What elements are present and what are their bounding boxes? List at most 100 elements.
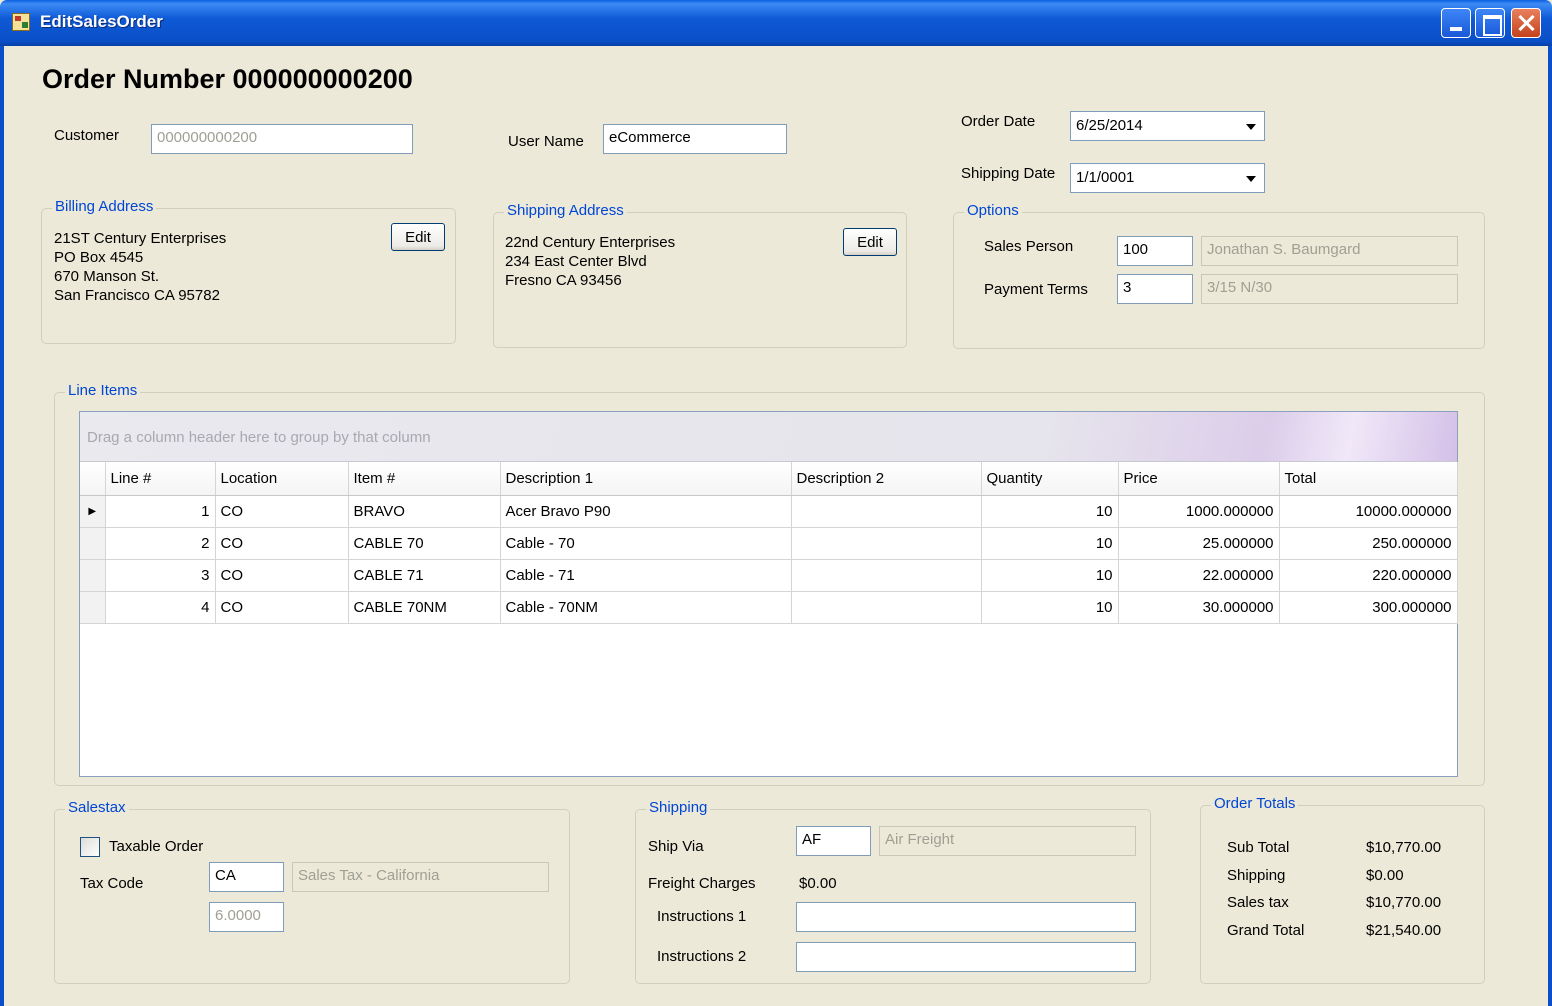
edit-shipping-address-button[interactable]: Edit [843, 228, 897, 256]
table-cell[interactable]: 1 [105, 495, 216, 528]
shipping-title: Shipping [646, 799, 711, 816]
table-cell[interactable]: CABLE 71 [348, 559, 501, 592]
row-selector[interactable] [80, 591, 106, 624]
table-cell[interactable]: 10000.000000 [1279, 495, 1458, 528]
billing-line: San Francisco CA 95782 [54, 287, 220, 304]
billing-line: 670 Manson St. [54, 268, 160, 285]
minimize-button[interactable] [1441, 8, 1471, 38]
chevron-down-icon[interactable] [1246, 176, 1256, 182]
user-name-field[interactable]: eCommerce [603, 124, 787, 154]
shipping-address-line: Fresno CA 93456 [505, 272, 622, 289]
sales-person-label: Sales Person [984, 238, 1074, 255]
order-date-label: Order Date [961, 113, 1036, 130]
table-cell[interactable]: 10 [981, 591, 1119, 624]
billing-address-text: 21ST Century Enterprises PO Box 4545 670… [54, 229, 226, 305]
instructions-2-field[interactable] [796, 942, 1136, 972]
sales-person-name-field: Jonathan S. Baumgard [1201, 236, 1458, 266]
subtotal-label: Sub Total [1227, 839, 1290, 856]
table-cell[interactable]: 30.000000 [1118, 591, 1280, 624]
table-cell[interactable] [791, 559, 982, 592]
table-cell[interactable] [791, 527, 982, 560]
shipping-address-line: 234 East Center Blvd [505, 253, 647, 270]
line-items-title: Line Items [65, 382, 141, 399]
order-totals-title: Order Totals [1211, 795, 1299, 812]
table-cell[interactable]: CO [215, 495, 349, 528]
shipping-address-text: 22nd Century Enterprises 234 East Center… [505, 233, 675, 290]
table-cell[interactable]: 3 [105, 559, 216, 592]
title-bar: EditSalesOrder [0, 0, 1552, 46]
salestax-group: Salestax [54, 799, 570, 984]
shipping-total-label: Shipping [1227, 867, 1286, 884]
chevron-down-icon[interactable] [1246, 124, 1256, 130]
column-header[interactable]: Quantity [981, 462, 1119, 496]
line-items-grid[interactable]: Drag a column header here to group by th… [79, 411, 1458, 777]
table-cell[interactable]: CABLE 70NM [348, 591, 501, 624]
instructions-1-field[interactable] [796, 902, 1136, 932]
line-items-table: Line # Location Item # Description 1 Des… [80, 462, 1458, 624]
table-cell[interactable]: Cable - 70NM [500, 591, 792, 624]
shipping-address-line: 22nd Century Enterprises [505, 234, 676, 251]
payment-terms-code-field[interactable]: 3 [1117, 274, 1193, 304]
table-cell[interactable]: CO [215, 527, 349, 560]
shipping-date-value: 1/1/0001 [1076, 169, 1135, 186]
table-cell[interactable]: 2 [105, 527, 216, 560]
payment-terms-name-field: 3/15 N/30 [1201, 274, 1458, 304]
table-row[interactable]: 3 CO CABLE 71 Cable - 71 10 22.000000 22… [80, 559, 1458, 592]
column-header[interactable]: Description 2 [791, 462, 982, 496]
table-row[interactable]: 2 CO CABLE 70 Cable - 70 10 25.000000 25… [80, 527, 1458, 560]
window-frame-left [0, 46, 4, 1006]
table-cell[interactable]: 250.000000 [1279, 527, 1458, 560]
taxable-order-checkbox[interactable] [80, 837, 100, 857]
table-cell[interactable]: Cable - 71 [500, 559, 792, 592]
table-cell[interactable]: Acer Bravo P90 [500, 495, 792, 528]
column-header[interactable]: Total [1279, 462, 1458, 496]
table-cell[interactable]: 300.000000 [1279, 591, 1458, 624]
table-cell[interactable]: BRAVO [348, 495, 501, 528]
freight-charges-label: Freight Charges [648, 875, 756, 892]
table-cell[interactable]: Cable - 70 [500, 527, 792, 560]
column-header[interactable]: Item # [348, 462, 501, 496]
table-cell[interactable]: CO [215, 559, 349, 592]
tax-code-field[interactable]: CA [209, 862, 284, 892]
maximize-button[interactable] [1475, 8, 1505, 38]
column-header[interactable]: Price [1118, 462, 1280, 496]
table-cell[interactable]: 4 [105, 591, 216, 624]
order-date-picker[interactable]: 6/25/2014 [1070, 111, 1265, 141]
sales-person-code-field[interactable]: 100 [1117, 236, 1193, 266]
table-cell[interactable]: 220.000000 [1279, 559, 1458, 592]
window-title: EditSalesOrder [40, 12, 163, 31]
table-cell[interactable]: 10 [981, 495, 1119, 528]
table-cell[interactable]: 22.000000 [1118, 559, 1280, 592]
table-cell[interactable]: CABLE 70 [348, 527, 501, 560]
shipping-address-title: Shipping Address [504, 202, 627, 219]
table-cell[interactable] [791, 495, 982, 528]
edit-billing-address-button[interactable]: Edit [391, 223, 445, 251]
customer-field[interactable]: 000000000200 [151, 124, 413, 154]
ship-via-code-field[interactable]: AF [796, 826, 871, 856]
column-header[interactable]: Description 1 [500, 462, 792, 496]
table-cell[interactable]: CO [215, 591, 349, 624]
customer-label: Customer [54, 127, 120, 144]
shipping-date-picker[interactable]: 1/1/0001 [1070, 163, 1265, 193]
column-header[interactable]: Line # [105, 462, 216, 496]
shipping-total-value: $0.00 [1366, 867, 1404, 884]
app-icon [12, 13, 30, 31]
row-selector[interactable] [80, 527, 106, 560]
row-indicator-icon[interactable]: ▶ [80, 495, 106, 528]
group-by-panel[interactable]: Drag a column header here to group by th… [80, 412, 1457, 462]
table-row[interactable]: ▶ 1 CO BRAVO Acer Bravo P90 10 1000.0000… [80, 495, 1458, 528]
table-row[interactable]: 4 CO CABLE 70NM Cable - 70NM 10 30.00000… [80, 591, 1458, 624]
table-cell[interactable]: 10 [981, 559, 1119, 592]
close-button[interactable] [1511, 8, 1541, 38]
table-cell[interactable]: 25.000000 [1118, 527, 1280, 560]
grand-total-label: Grand Total [1227, 922, 1305, 939]
column-header[interactable]: Location [215, 462, 349, 496]
shipping-date-label: Shipping Date [961, 165, 1056, 182]
row-selector-header [80, 462, 106, 496]
row-selector[interactable] [80, 559, 106, 592]
table-cell[interactable]: 10 [981, 527, 1119, 560]
table-cell[interactable] [791, 591, 982, 624]
user-name-label: User Name [508, 133, 584, 150]
instructions-2-label: Instructions 2 [657, 948, 747, 965]
table-cell[interactable]: 1000.000000 [1118, 495, 1280, 528]
